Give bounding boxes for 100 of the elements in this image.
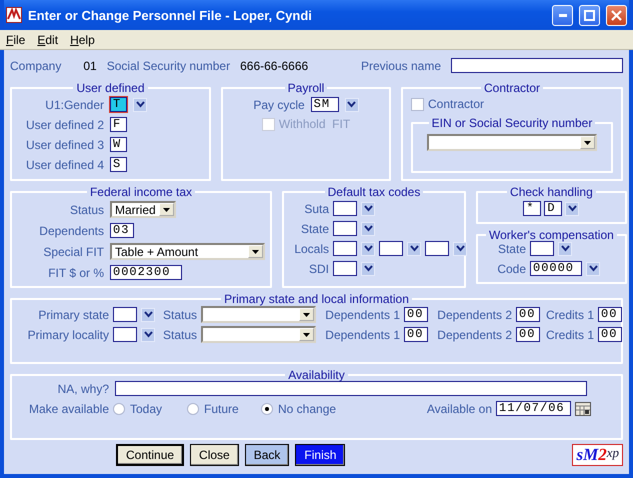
minimize-icon <box>558 14 566 16</box>
company-value: 01 <box>83 58 97 72</box>
field-label: Primary locality <box>26 328 109 342</box>
input-field[interactable] <box>333 261 357 276</box>
group-title: Check handling <box>509 185 594 199</box>
ssn-value: 666-66-6666 <box>240 58 308 72</box>
field-label: User defined 4 <box>24 158 104 172</box>
field-label: State <box>300 222 329 236</box>
menu-item[interactable]: File <box>6 32 26 46</box>
input-field[interactable]: 03 <box>110 223 134 238</box>
input-field[interactable]: S <box>110 157 127 172</box>
radio-button[interactable] <box>187 402 199 414</box>
group-title: EIN or Social Security number <box>430 116 594 130</box>
dropdown-button[interactable] <box>361 222 375 236</box>
app-icon <box>6 7 22 23</box>
dropdown-button[interactable] <box>453 242 467 256</box>
input-field[interactable]: D <box>544 201 562 216</box>
input-field[interactable] <box>113 327 137 342</box>
input-field[interactable] <box>113 307 137 322</box>
select-field[interactable] <box>201 326 316 343</box>
radio-button[interactable] <box>113 402 125 414</box>
close-button[interactable] <box>606 4 627 26</box>
dropdown-button[interactable] <box>361 242 375 256</box>
select-field[interactable] <box>201 306 316 323</box>
input-field[interactable]: 00 <box>516 307 540 322</box>
input-field[interactable]: F <box>110 117 127 132</box>
group-title: Contractor <box>482 81 542 95</box>
group-title: Federal income tax <box>88 185 194 199</box>
dropdown-button[interactable] <box>565 202 580 216</box>
group-title: User defined <box>75 81 146 95</box>
field-label: NA, why? <box>56 382 109 396</box>
menu-item[interactable]: Help <box>70 32 95 46</box>
dialog-button[interactable]: Continue <box>116 444 184 466</box>
field-label: Previous name <box>360 58 441 72</box>
dropdown-button[interactable] <box>407 242 421 256</box>
input-field[interactable]: W <box>110 137 127 152</box>
group-title: Worker's compensation <box>488 228 615 242</box>
dialog-button[interactable]: Back <box>244 444 290 466</box>
close-icon <box>611 10 622 20</box>
chevron-down-icon <box>456 245 464 252</box>
group-title: Payroll <box>286 81 326 95</box>
field-label: FIT $ or % <box>47 266 104 280</box>
dialog-button[interactable]: Finish <box>295 444 346 466</box>
field-label: U1:Gender <box>44 98 104 112</box>
dropdown-button[interactable] <box>344 98 359 112</box>
select-field[interactable] <box>427 134 597 151</box>
field-label: Make available <box>28 402 109 416</box>
chevron-down-icon <box>144 331 152 338</box>
field-label: Social Security number <box>106 58 230 72</box>
dropdown-button[interactable] <box>141 328 155 342</box>
minimize-button[interactable] <box>552 4 573 26</box>
field-label: Dependents 2 <box>436 328 512 342</box>
input-field[interactable] <box>379 241 403 256</box>
maximize-icon <box>584 10 595 20</box>
input-field[interactable]: * <box>523 201 542 216</box>
input-field[interactable] <box>333 241 357 256</box>
checkbox[interactable] <box>411 98 424 110</box>
input-field[interactable] <box>115 381 587 396</box>
input-field[interactable]: T <box>110 97 127 112</box>
input-field[interactable]: 00 <box>404 327 428 342</box>
input-field[interactable]: 00 <box>598 327 622 342</box>
input-field[interactable] <box>530 241 554 256</box>
input-field[interactable]: 00000 <box>530 261 582 276</box>
menu-item[interactable]: Edit <box>37 32 58 46</box>
dropdown-button[interactable] <box>361 202 375 216</box>
input-field[interactable]: 00 <box>516 327 540 342</box>
dropdown-button[interactable] <box>558 242 572 256</box>
field-label: Dependents 2 <box>436 308 512 322</box>
field-label: Primary state <box>37 308 109 322</box>
dropdown-arrow-icon <box>163 208 170 212</box>
field-label: Code <box>496 262 526 276</box>
dropdown-arrow-icon <box>252 250 259 254</box>
checkbox-label: Withhold FIT <box>278 117 350 131</box>
radio-label: No change <box>278 402 336 416</box>
dropdown-button[interactable] <box>586 262 600 276</box>
dropdown-button[interactable] <box>361 262 375 276</box>
chevron-down-icon <box>410 245 418 252</box>
dropdown-button[interactable] <box>141 308 155 322</box>
chevron-down-icon <box>144 311 152 318</box>
input-field[interactable]: 0002300 <box>110 265 182 280</box>
field-label: Special FIT <box>42 244 104 258</box>
input-field[interactable] <box>333 221 357 236</box>
input-field[interactable]: 00 <box>598 307 622 322</box>
input-field[interactable] <box>333 201 357 216</box>
field-label: Available on <box>426 402 492 416</box>
input-field[interactable]: 00 <box>404 307 428 322</box>
input-field[interactable] <box>451 58 623 73</box>
dropdown-button[interactable] <box>133 98 147 112</box>
radio-button[interactable] <box>261 402 273 414</box>
field-label: Status <box>163 308 198 322</box>
input-field[interactable] <box>425 241 449 256</box>
select-field[interactable]: Table + Amount <box>110 243 265 260</box>
input-field[interactable]: 11/07/06 <box>496 401 571 416</box>
dropdown-arrow-icon <box>303 312 310 316</box>
maximize-button[interactable] <box>579 4 600 26</box>
input-field[interactable]: SM <box>310 97 339 112</box>
field-label: Credits 1 <box>545 328 594 342</box>
select-field[interactable]: Married <box>110 201 176 218</box>
dialog-button[interactable]: Close <box>190 444 239 466</box>
radio-label: Future <box>204 402 239 416</box>
